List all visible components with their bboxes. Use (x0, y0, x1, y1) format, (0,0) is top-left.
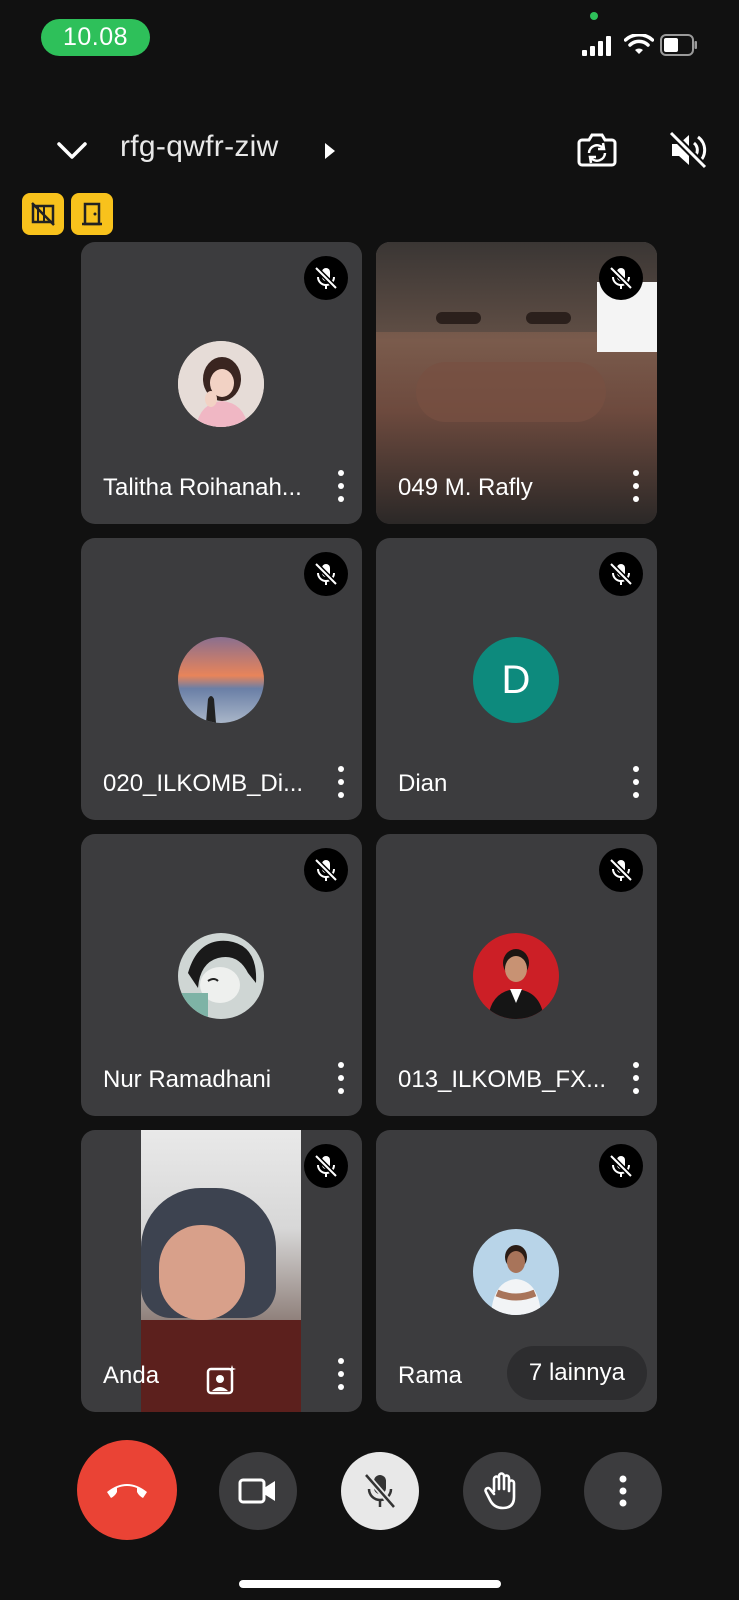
avatar (178, 933, 264, 1019)
mic-muted-icon (599, 848, 643, 892)
participant-tile[interactable]: 020_ILKOMB_Di... (81, 538, 362, 820)
participant-name: Talitha Roihanah... (103, 474, 302, 501)
wifi-icon (624, 34, 654, 54)
recording-info-badge[interactable] (22, 193, 64, 235)
more-vert-icon[interactable] (625, 764, 647, 800)
participant-name: Rama (398, 1362, 463, 1389)
video-camera-icon (238, 1478, 275, 1504)
hangup-icon (107, 1484, 147, 1498)
cellular-signal-icon (582, 36, 611, 56)
more-vert-icon[interactable] (625, 1060, 647, 1096)
mic-muted-icon (599, 1144, 643, 1188)
collapse-chevron-icon[interactable] (54, 133, 90, 169)
mic-muted-icon (304, 552, 348, 596)
mic-muted-icon (599, 552, 643, 596)
participant-tile[interactable]: Nur Ramadhani (81, 834, 362, 1116)
avatar (178, 341, 264, 427)
letter-avatar: D (473, 637, 559, 723)
meeting-code[interactable]: rfg-qwfr-ziw (120, 130, 279, 164)
participant-name: 013_ILKOMB_FX... (398, 1066, 607, 1093)
mic-muted-icon (304, 848, 348, 892)
more-participants-button[interactable]: 7 lainnya (506, 1346, 647, 1400)
participant-name: Dian (398, 770, 448, 797)
raise-hand-button[interactable] (463, 1452, 541, 1530)
more-vert-icon[interactable] (330, 468, 352, 504)
avatar (473, 933, 559, 1019)
more-vert-icon[interactable] (330, 764, 352, 800)
more-vert-icon[interactable] (330, 1060, 352, 1096)
participant-name: Anda (103, 1362, 160, 1389)
mic-muted-icon (599, 256, 643, 300)
more-vert-icon[interactable] (625, 468, 647, 504)
more-vert-icon (619, 1475, 627, 1507)
portrait-effect-icon[interactable] (205, 1364, 237, 1396)
speaker-off-icon[interactable] (666, 128, 710, 172)
mic-off-icon (363, 1473, 397, 1509)
participant-tile[interactable]: Rama 7 lainnya (376, 1130, 657, 1412)
participant-tile[interactable]: Talitha Roihanah... (81, 242, 362, 524)
end-call-button[interactable] (77, 1440, 177, 1540)
mic-muted-icon (304, 256, 348, 300)
hand-icon (484, 1472, 516, 1510)
participant-name: 049 M. Rafly (398, 474, 533, 501)
self-participant-tile[interactable]: Anda (81, 1130, 362, 1412)
participant-tile[interactable]: 013_ILKOMB_FX... (376, 834, 657, 1116)
caret-right-icon[interactable] (324, 142, 336, 160)
privacy-indicator-dot (590, 12, 598, 20)
status-time: 10.08 (41, 19, 150, 56)
mic-muted-icon (304, 1144, 348, 1188)
camera-button[interactable] (219, 1452, 297, 1530)
participant-tile[interactable]: D Dian (376, 538, 657, 820)
door-icon (82, 202, 102, 226)
more-options-button[interactable] (584, 1452, 662, 1530)
microphone-button[interactable] (341, 1452, 419, 1530)
home-indicator[interactable] (239, 1580, 501, 1588)
switch-camera-icon[interactable] (574, 126, 620, 172)
participant-name: Nur Ramadhani (103, 1066, 272, 1093)
participant-name: 020_ILKOMB_Di... (103, 770, 304, 797)
participant-tile[interactable]: 049 M. Rafly (376, 242, 657, 524)
avatar (178, 637, 264, 723)
no-record-icon (31, 202, 55, 226)
room-info-badge[interactable] (71, 193, 113, 235)
avatar (473, 1229, 559, 1315)
battery-icon (660, 34, 697, 56)
more-vert-icon[interactable] (330, 1356, 352, 1392)
